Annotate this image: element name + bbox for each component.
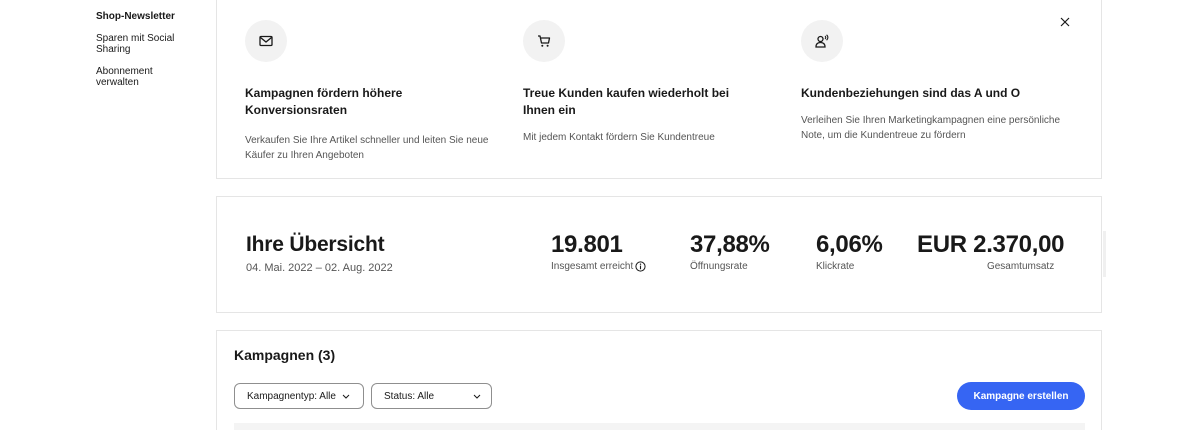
metric-value: 19.801 (551, 231, 623, 258)
metric-label: Klickrate (816, 261, 855, 272)
info-icon[interactable] (635, 261, 646, 272)
filter-label: Status: Alle (384, 390, 435, 402)
benefits-card: Kampagnen fördern höhere Konversionsrate… (216, 0, 1102, 179)
status-filter[interactable]: Status: Alle (371, 383, 492, 409)
create-campaign-button[interactable]: Kampagne erstellen (957, 382, 1085, 410)
campaigns-table-header (234, 423, 1085, 430)
metric-reached: 19.801 Insgesamt erreicht (551, 231, 646, 272)
campaigns-card: Kampagnen (3) Kampagnentyp: Alle Status:… (216, 330, 1102, 430)
benefit-conversion: Kampagnen fördern höhere Konversionsrate… (245, 20, 490, 163)
benefit-title: Kundenbeziehungen sind das A und O (801, 86, 1021, 100)
metric-total-revenue: EUR 2.370,00 Gesamtumsatz (917, 231, 1064, 272)
benefit-description: Verleihen Sie Ihren Marketingkampagnen e… (801, 115, 1061, 141)
benefit-customer-relations: Kundenbeziehungen sind das A und O Verle… (801, 20, 1061, 143)
cart-icon (523, 20, 565, 62)
sidebar-item-shop-newsletter[interactable]: Shop-Newsletter (96, 11, 206, 22)
metric-value: 6,06% (816, 231, 883, 258)
benefit-title: Treue Kunden kaufen wiederholt bei Ihnen… (523, 86, 730, 117)
customer-speak-icon (801, 20, 843, 62)
close-button[interactable] (1055, 12, 1075, 32)
filter-label: Kampagnentyp: Alle (247, 390, 336, 402)
benefit-description: Verkaufen Sie Ihre Artikel schneller und… (245, 135, 489, 161)
close-icon (1060, 17, 1070, 27)
metric-label: Öffnungsrate (690, 261, 748, 272)
metric-label: Gesamtumsatz (986, 261, 1055, 272)
metric-value: 37,88% (690, 231, 770, 258)
benefit-title: Kampagnen fördern höhere Konversionsrate… (245, 86, 403, 117)
overview-date-range: 04. Mai. 2022 – 02. Aug. 2022 (246, 262, 393, 274)
metric-value: EUR 2.370,00 (917, 231, 1065, 258)
campaign-type-filter[interactable]: Kampagnentyp: Alle (234, 383, 364, 409)
metric-label: Insgesamt erreicht (551, 261, 634, 272)
metric-click-rate: 6,06% Klickrate (816, 231, 883, 272)
benefit-loyal-customers: Treue Kunden kaufen wiederholt bei Ihnen… (523, 20, 763, 145)
chevron-down-icon (473, 394, 481, 399)
benefit-description: Mit jedem Kontakt fördern Sie Kundentreu… (523, 132, 715, 143)
overview-card: Ihre Übersicht 04. Mai. 2022 – 02. Aug. … (216, 196, 1106, 313)
overview-scroll-edge (1103, 231, 1106, 277)
sidebar: Shop-Newsletter Sparen mit Social Sharin… (96, 0, 206, 99)
mail-icon (245, 20, 287, 62)
metric-open-rate: 37,88% Öffnungsrate (690, 231, 770, 272)
overview-title: Ihre Übersicht (246, 233, 385, 256)
campaigns-title: Kampagnen (3) (234, 347, 336, 363)
chevron-down-icon (342, 394, 350, 399)
sidebar-item-social-sharing[interactable]: Sparen mit Social Sharing (96, 33, 182, 55)
sidebar-item-manage-subscription[interactable]: Abonnement verwalten (96, 66, 166, 88)
